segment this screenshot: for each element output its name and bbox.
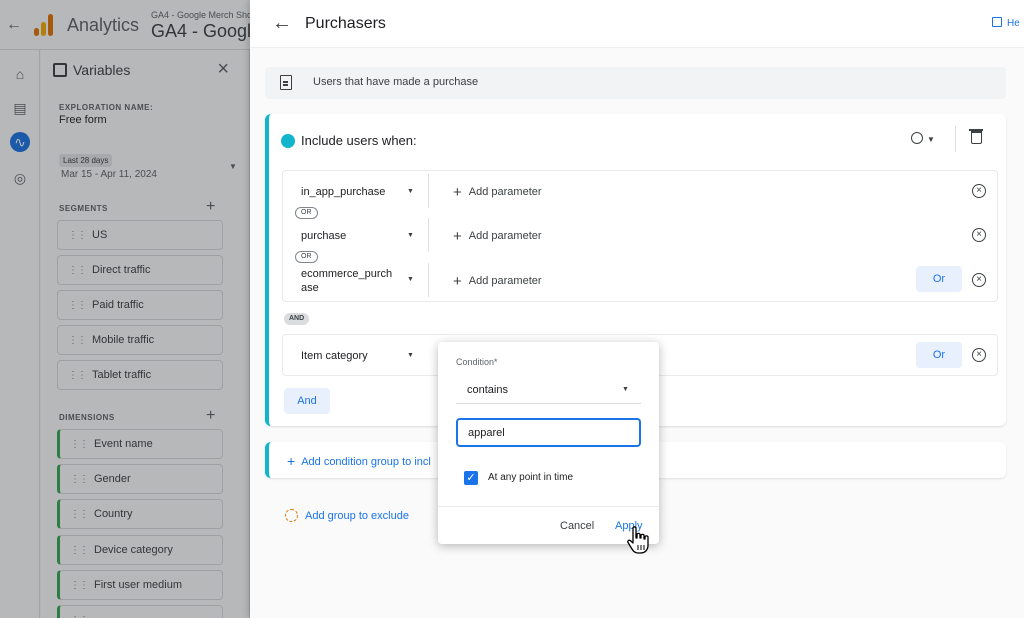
- divider: [428, 218, 429, 252]
- condition-operator-value: contains: [467, 384, 508, 396]
- modal-scrim[interactable]: [0, 0, 250, 618]
- remove-condition-icon[interactable]: ×: [972, 273, 986, 287]
- add-parameter-button[interactable]: + Add parameter: [453, 273, 542, 290]
- condition-event-select[interactable]: purchase: [301, 229, 401, 243]
- delete-icon[interactable]: [969, 129, 983, 144]
- segment-title[interactable]: Purchasers: [305, 15, 386, 33]
- condition-event-select[interactable]: in_app_purchase: [301, 185, 401, 199]
- panel-header: ← Purchasers He: [250, 0, 1024, 48]
- chevron-down-icon[interactable]: ▼: [407, 352, 414, 359]
- condition-operator-select[interactable]: contains ▼: [456, 376, 641, 404]
- or-button[interactable]: Or: [916, 266, 962, 292]
- condition-value-input[interactable]: [456, 418, 641, 447]
- and-button[interactable]: And: [284, 388, 330, 414]
- chevron-down-icon: ▼: [927, 135, 935, 144]
- external-link-icon: [992, 17, 1002, 27]
- segment-description[interactable]: Users that have made a purchase: [265, 67, 1006, 99]
- description-text: Users that have made a purchase: [313, 76, 479, 88]
- condition-row: ecommerce_purch ase ▼ + Add parameter Or …: [283, 262, 999, 300]
- chevron-down-icon[interactable]: ▼: [407, 276, 414, 283]
- include-dot-icon: [281, 134, 295, 148]
- add-condition-group-button[interactable]: + Add condition group to incl: [287, 453, 431, 469]
- add-exclude-group-button[interactable]: Add group to exclude: [285, 509, 409, 522]
- include-title: Include users when:: [301, 133, 417, 148]
- condition-dimension-select[interactable]: Item category: [301, 349, 401, 363]
- any-point-in-time-checkbox[interactable]: ✓: [464, 471, 478, 485]
- condition-event-select[interactable]: ecommerce_purch ase: [301, 267, 401, 295]
- condition-popup: Condition* contains ▼ ✓ At any point in …: [438, 342, 659, 544]
- divider: [438, 506, 659, 507]
- chevron-down-icon[interactable]: ▼: [407, 232, 414, 239]
- or-condition-group: in_app_purchase ▼ + Add parameter × OR pu…: [282, 170, 998, 302]
- divider: [428, 174, 429, 208]
- condition-row: purchase ▼ + Add parameter ×: [283, 216, 999, 254]
- chevron-down-icon[interactable]: ▼: [407, 188, 414, 195]
- exclude-circle-icon: [285, 509, 298, 522]
- and-chip: AND: [284, 313, 310, 325]
- add-parameter-button[interactable]: + Add parameter: [453, 228, 542, 245]
- add-parameter-button[interactable]: + Add parameter: [453, 184, 542, 201]
- scope-dropdown[interactable]: ▼: [911, 132, 945, 150]
- divider: [428, 263, 429, 297]
- help-link[interactable]: He: [992, 17, 1020, 29]
- hand-pointer-cursor-icon: [627, 526, 649, 554]
- chevron-down-icon: ▼: [622, 386, 629, 393]
- remove-condition-icon[interactable]: ×: [972, 228, 986, 242]
- or-button[interactable]: Or: [916, 342, 962, 368]
- remove-condition-icon[interactable]: ×: [972, 348, 986, 362]
- divider: [955, 126, 956, 152]
- condition-label: Condition*: [456, 357, 498, 367]
- remove-condition-icon[interactable]: ×: [972, 184, 986, 198]
- any-point-in-time-label[interactable]: At any point in time: [488, 472, 573, 483]
- person-icon: [911, 132, 923, 144]
- condition-row: in_app_purchase ▼ + Add parameter ×: [283, 172, 999, 210]
- document-icon: [280, 75, 292, 90]
- cancel-button[interactable]: Cancel: [560, 520, 594, 532]
- back-arrow-icon[interactable]: ←: [272, 12, 292, 35]
